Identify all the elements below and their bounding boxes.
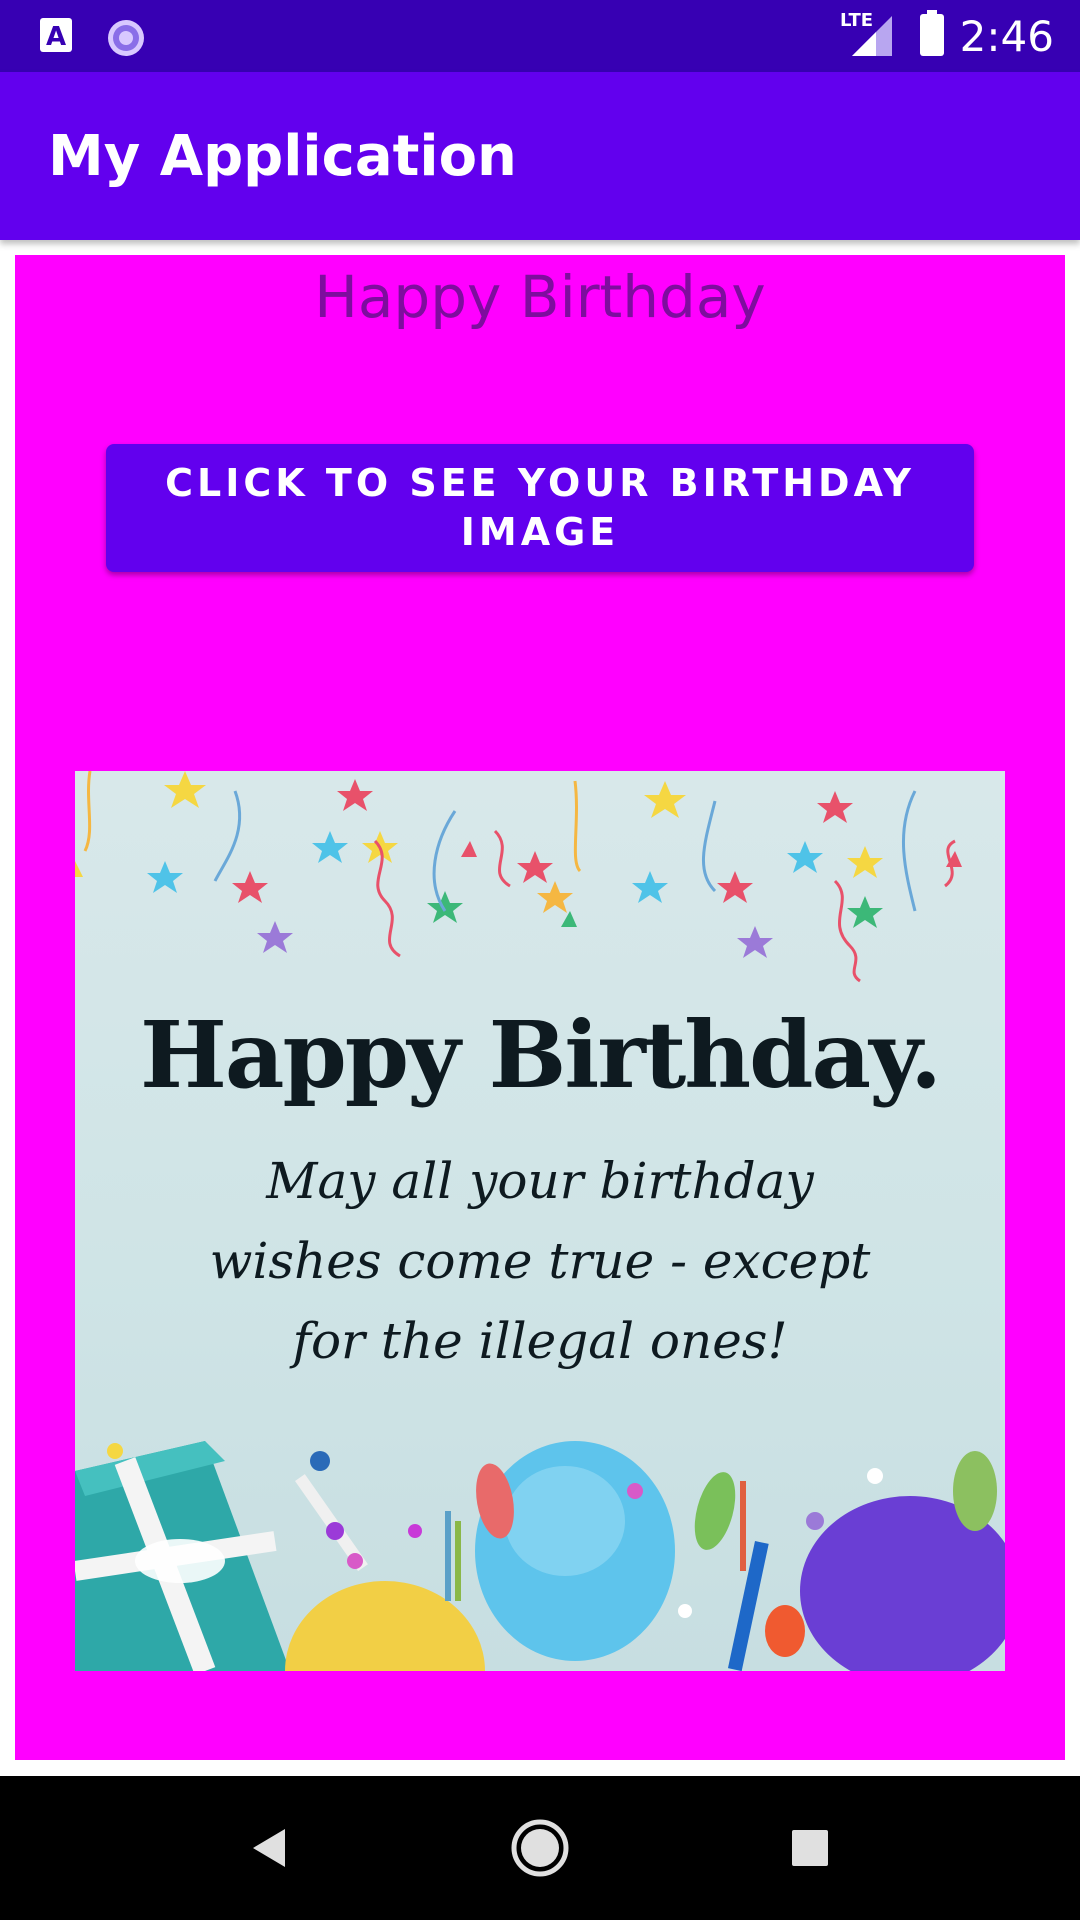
navigation-bar [0, 1776, 1080, 1920]
status-bar: A LTE 2:46 [0, 0, 1080, 72]
loading-spinner-icon [104, 16, 144, 56]
page-heading: Happy Birthday [314, 263, 766, 331]
back-icon[interactable] [198, 1776, 342, 1920]
main-content: Happy Birthday CLICK TO SEE YOUR BIRTHDA… [15, 255, 1065, 1760]
battery-icon [918, 9, 946, 63]
lte-signal-icon: LTE [840, 8, 898, 65]
svg-text:LTE: LTE [840, 10, 873, 31]
recents-icon[interactable] [738, 1776, 882, 1920]
app-title: My Application [48, 124, 517, 189]
home-icon[interactable] [468, 1776, 612, 1920]
app-bar: My Application [0, 72, 1080, 240]
card-title: Happy Birthday. [139, 1001, 942, 1109]
card-message: May all your birthday wishes come true -… [209, 1152, 871, 1370]
clock: 2:46 [959, 11, 1054, 61]
birthday-card-image: Happy Birthday. May all your birthday wi… [75, 771, 1005, 1671]
accessibility-a-icon: A [38, 16, 78, 56]
status-icons: LTE 2:46 [840, 0, 1080, 72]
show-birthday-image-button[interactable]: CLICK TO SEE YOUR BIRTHDAY IMAGE [106, 444, 974, 572]
svg-text:A: A [46, 22, 66, 52]
